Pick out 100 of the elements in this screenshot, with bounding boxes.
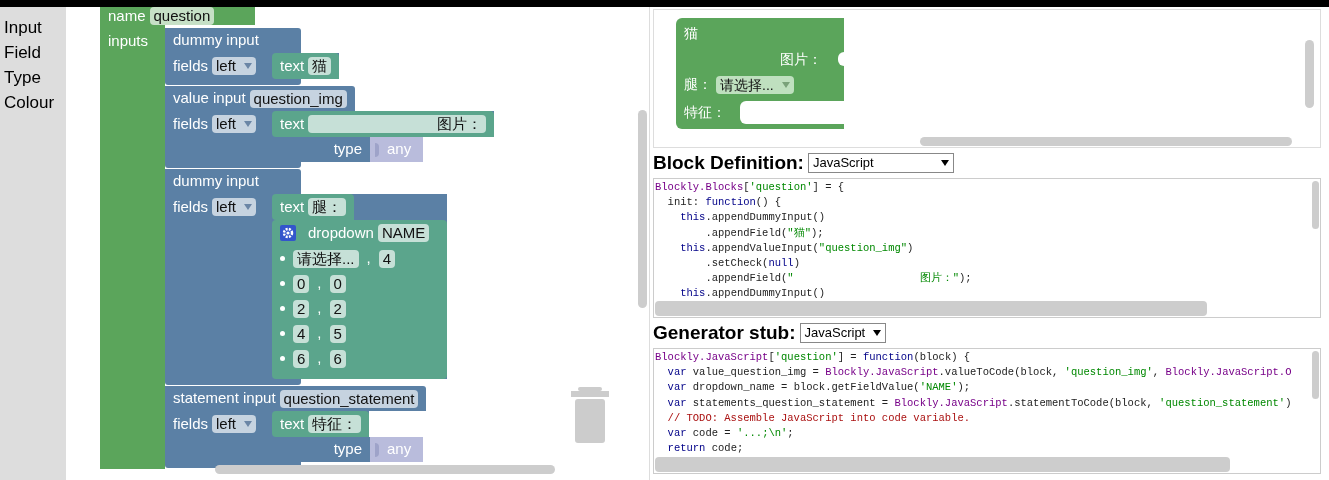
vertical-scrollbar[interactable]	[638, 110, 647, 308]
horizontal-scrollbar[interactable]	[655, 457, 1230, 472]
preview-block[interactable]: 猫 图片： 腿： 请选择... 特征：	[676, 18, 844, 129]
code-line: .appendField(" 图片：");	[704, 271, 972, 287]
code-line: var dropdown_name = block.getFieldValue('NAME');	[666, 380, 971, 396]
input-notch	[838, 52, 844, 66]
fields-label: fields	[173, 113, 209, 134]
caret-icon	[244, 63, 253, 69]
text-value-field[interactable]: 图片：	[308, 115, 487, 133]
block-label: text	[280, 113, 305, 134]
bullet-icon	[280, 331, 285, 336]
code-line: var value_question_img = Blockly.JavaScript.valueToCode(block, 'question_img', Blockly.JavaScript.O	[666, 365, 1292, 381]
input-label: value input	[173, 88, 246, 109]
section-heading: Block Definition:	[653, 150, 804, 175]
block-text: 图片：	[780, 49, 822, 69]
code-line: Blockly.Blocks['question'] = {	[655, 180, 845, 195]
bullet-icon	[280, 306, 285, 311]
text-field-block[interactable]: text 腿：	[272, 194, 355, 220]
language-select[interactable]: JavaScript	[807, 153, 954, 173]
bullet-icon	[280, 356, 285, 361]
text-field-block[interactable]: text 特征：	[272, 411, 370, 437]
block-text: 特征：	[684, 102, 727, 122]
caret-icon	[872, 330, 881, 336]
option-label-field[interactable]: 4	[293, 324, 310, 343]
dropdown-name-field[interactable]: NAME	[377, 224, 430, 242]
align-dropdown[interactable]: left	[212, 198, 257, 216]
option-value-field[interactable]: 4	[378, 249, 396, 268]
input-name-field[interactable]: question_img	[249, 89, 347, 108]
block-label: text	[280, 413, 305, 434]
separator-text: ,	[316, 273, 323, 294]
block-name-field[interactable]: question	[149, 7, 215, 25]
block-label: name	[108, 7, 146, 26]
option-label-field[interactable]: 6	[293, 349, 310, 368]
dropdown-field-block[interactable]: dropdown NAME 请选择... , 4 0 , 0 2 , 2 4 , 5 6 , 6	[272, 220, 447, 379]
code-line: this.appendValueInput("question_img")	[679, 240, 914, 256]
statement-input-block[interactable]: statement input question_statement fields left text 特征： type any	[165, 386, 427, 468]
block-label: inputs	[108, 32, 149, 49]
trash-icon[interactable]	[571, 387, 609, 443]
code-line: .appendField("猫");	[704, 225, 824, 241]
vertical-scrollbar[interactable]	[1312, 181, 1319, 229]
bullet-icon	[280, 281, 285, 286]
align-dropdown[interactable]: left	[212, 57, 257, 75]
code-line: init: function() {	[666, 195, 782, 211]
option-label-field[interactable]: 请选择...	[293, 249, 359, 268]
separator-text: ,	[316, 323, 323, 344]
type-label: type	[333, 439, 362, 460]
gear-icon[interactable]	[280, 225, 296, 241]
code-line: .setCheck(null)	[704, 256, 800, 271]
language-select[interactable]: JavaScript	[799, 323, 886, 343]
toolbox-category[interactable]: Input	[4, 15, 66, 40]
separator-text: ,	[316, 298, 323, 319]
caret-icon	[244, 204, 253, 210]
horizontal-scrollbar[interactable]	[215, 465, 555, 474]
code-line: var statements_question_statement = Blockly.JavaScript.statementToCode(block, 'question_statement')	[666, 395, 1292, 411]
type-label: type	[333, 139, 362, 160]
separator-text: ,	[316, 348, 323, 369]
code-line: var code = '...;\n';	[666, 426, 794, 441]
code-line: // TODO: Assemble JavaScript into code variable.	[666, 410, 971, 426]
toolbox-category[interactable]: Colour	[4, 90, 66, 115]
fields-label: fields	[173, 413, 209, 434]
code-line: Blockly.JavaScript['question'] = function(block) {	[655, 350, 971, 365]
block-label: dropdown	[308, 222, 374, 243]
factory-block[interactable]	[100, 7, 495, 469]
text-value-field[interactable]: 猫	[308, 57, 332, 75]
block-text: 猫	[684, 23, 698, 43]
vertical-scrollbar[interactable]	[1305, 40, 1314, 108]
toolbox-category[interactable]: Field	[4, 40, 66, 65]
text-value-field[interactable]: 特征：	[308, 415, 362, 433]
code-line: return code;	[666, 441, 744, 457]
text-value-field[interactable]: 腿：	[308, 198, 347, 216]
block-label: text	[280, 196, 305, 217]
caret-icon	[244, 121, 253, 127]
caret-icon	[244, 421, 253, 427]
option-value-field[interactable]: 5	[329, 324, 346, 343]
toolbox-category[interactable]: Type	[4, 65, 66, 90]
dummy-input-block[interactable]: dummy input fields left text 猫	[165, 28, 340, 85]
text-field-block[interactable]: text 猫	[272, 53, 340, 79]
option-value-field[interactable]: 0	[329, 274, 346, 293]
option-label-field[interactable]: 2	[293, 299, 310, 318]
text-field-block[interactable]: text 图片：	[272, 111, 495, 137]
horizontal-scrollbar[interactable]	[920, 137, 1292, 146]
fields-label: fields	[173, 196, 209, 217]
separator-text: ,	[365, 248, 372, 269]
option-value-field[interactable]: 2	[329, 299, 346, 318]
input-label: dummy input	[173, 30, 259, 51]
input-name-field[interactable]: question_statement	[279, 389, 419, 408]
option-value-field[interactable]: 6	[329, 349, 346, 368]
input-label: dummy input	[173, 171, 259, 192]
align-dropdown[interactable]: left	[212, 115, 257, 133]
caret-icon	[940, 160, 949, 166]
align-dropdown[interactable]: left	[212, 415, 257, 433]
option-label-field[interactable]: 0	[293, 274, 310, 293]
block-label: text	[280, 55, 305, 76]
code-line: this.appendDummyInput()	[679, 286, 826, 302]
preview-dropdown[interactable]: 请选择...	[716, 75, 794, 94]
horizontal-scrollbar[interactable]	[655, 301, 1207, 316]
vertical-scrollbar[interactable]	[1312, 351, 1319, 399]
code-line: this.appendDummyInput()	[679, 210, 826, 226]
block-text: 腿：	[684, 75, 712, 94]
bullet-icon	[280, 256, 285, 261]
